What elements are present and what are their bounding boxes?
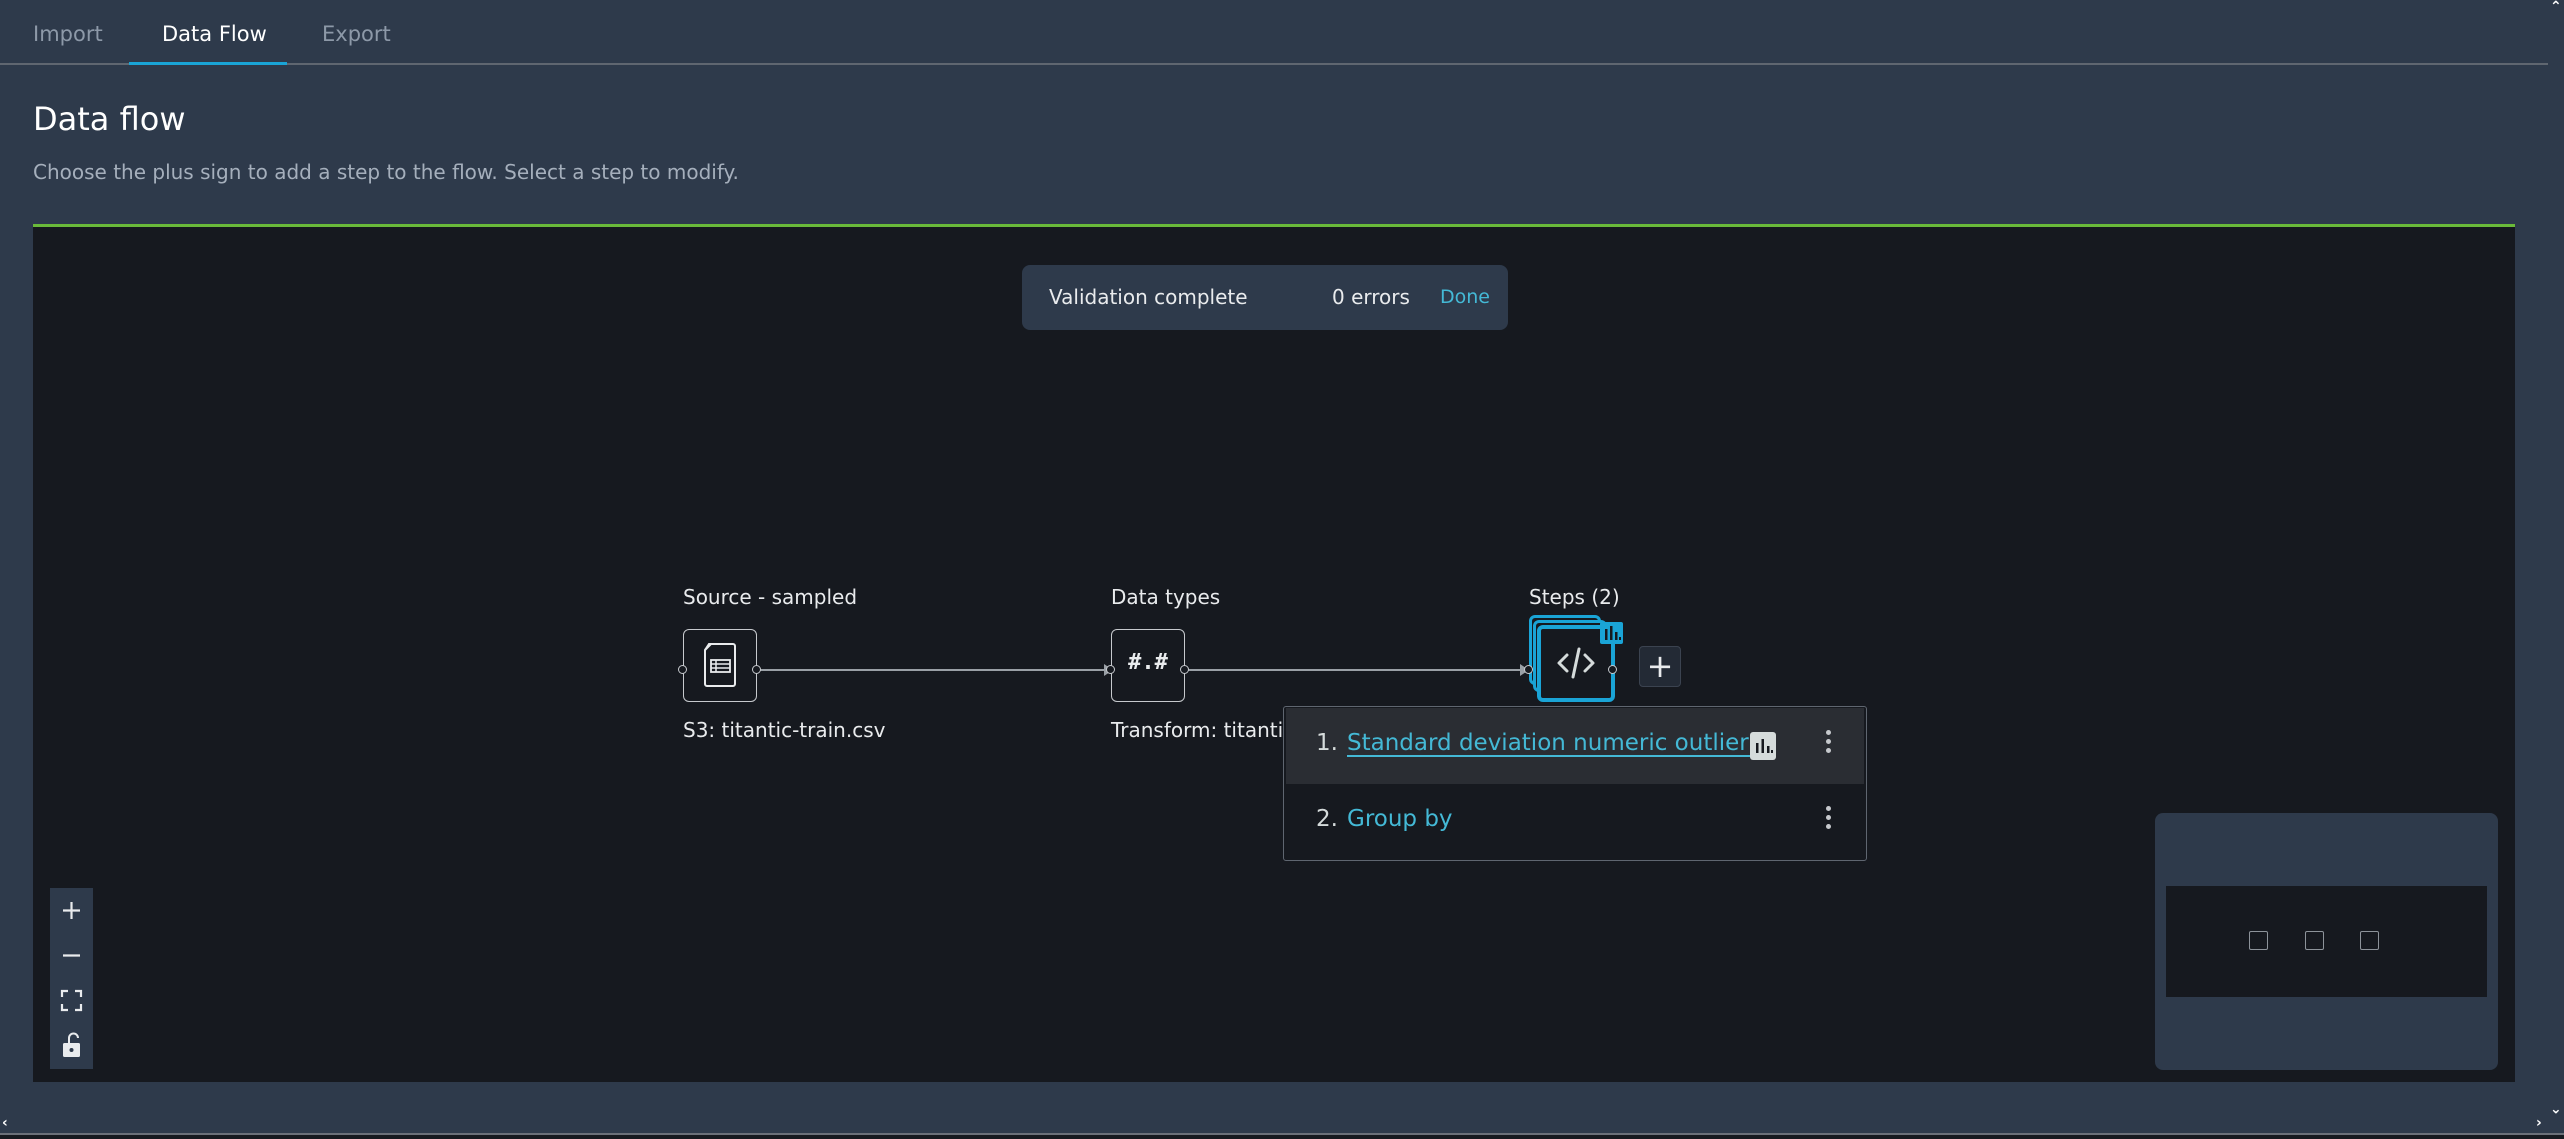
lock-button[interactable] <box>50 1023 93 1068</box>
source-node-title: Source - sampled <box>683 585 858 609</box>
csv-file-icon <box>704 643 736 687</box>
minimap-viewport[interactable] <box>2166 886 2487 997</box>
chart-icon[interactable] <box>1750 732 1776 760</box>
chart-badge-icon <box>1600 622 1623 644</box>
page-title: Data flow <box>33 100 186 138</box>
window-bottom-edge <box>0 1135 2564 1139</box>
add-step-button[interactable]: + <box>1639 646 1681 687</box>
fit-view-icon <box>60 989 83 1012</box>
zoom-in-button[interactable] <box>50 888 93 933</box>
minimap-node <box>2305 931 2324 950</box>
steps-node-title: Steps (2) <box>1529 585 1620 609</box>
page-description: Choose the plus sign to add a step to th… <box>33 160 739 184</box>
fit-view-button[interactable] <box>50 978 93 1023</box>
zoom-out-button[interactable] <box>50 933 93 978</box>
minimap-node <box>2360 931 2379 950</box>
plus-icon <box>63 902 80 919</box>
flow-edge <box>725 664 1113 676</box>
unlock-icon <box>63 1032 80 1057</box>
input-connector[interactable] <box>1106 665 1115 674</box>
scroll-left-icon[interactable]: ‹ <box>2 1116 8 1130</box>
chart-icon <box>1605 626 1621 640</box>
minimap[interactable] <box>2155 813 2498 1070</box>
tab-data-flow[interactable]: Data Flow <box>162 22 267 46</box>
datatypes-node-subtitle: Transform: titantic <box>1111 718 1295 742</box>
scroll-down-icon[interactable]: ⌃ <box>2550 1099 2562 1115</box>
output-connector[interactable] <box>752 665 761 674</box>
validation-banner: Validation complete 0 errors Done <box>1022 265 1508 330</box>
step-number: 2. <box>1316 806 1338 832</box>
input-connector[interactable] <box>1524 665 1533 674</box>
output-connector[interactable] <box>1180 665 1189 674</box>
output-connector[interactable] <box>1608 665 1617 674</box>
code-icon <box>1557 647 1595 679</box>
error-count: 0 errors <box>1332 285 1410 309</box>
flow-edge <box>1153 664 1529 676</box>
data-type-icon: #.# <box>1128 650 1168 675</box>
minus-icon <box>63 954 80 957</box>
tab-bar: Import Data Flow Export <box>0 0 2548 65</box>
active-tab-indicator <box>129 62 287 65</box>
step-link[interactable]: Standard deviation numeric outliers <box>1347 730 1761 756</box>
datatypes-node-title: Data types <box>1111 585 1221 609</box>
done-button[interactable]: Done <box>1440 286 1490 308</box>
zoom-controls <box>50 888 93 1069</box>
tab-import[interactable]: Import <box>33 22 103 46</box>
step-list-item[interactable]: 2. Group by <box>1286 784 1864 860</box>
step-list-item[interactable]: 1. Standard deviation numeric outliers <box>1286 708 1864 784</box>
more-options-icon[interactable] <box>1823 730 1833 758</box>
step-number: 1. <box>1316 730 1338 756</box>
scroll-up-icon[interactable]: ⌃ <box>2550 0 2562 14</box>
steps-popover: 1. Standard deviation numeric outliers 2… <box>1283 706 1867 861</box>
step-link[interactable]: Group by <box>1347 806 1453 832</box>
input-connector[interactable] <box>678 665 687 674</box>
source-node-subtitle: S3: titantic-train.csv <box>683 718 886 742</box>
minimap-node <box>2249 931 2268 950</box>
scroll-right-icon[interactable]: › <box>2536 1116 2542 1130</box>
validation-status: Validation complete <box>1049 285 1248 309</box>
more-options-icon[interactable] <box>1823 806 1833 834</box>
flow-canvas[interactable]: Validation complete 0 errors Done Source… <box>33 224 2515 1082</box>
datatypes-node[interactable]: #.# <box>1111 629 1185 702</box>
source-node[interactable] <box>683 629 757 702</box>
tab-export[interactable]: Export <box>322 22 391 46</box>
